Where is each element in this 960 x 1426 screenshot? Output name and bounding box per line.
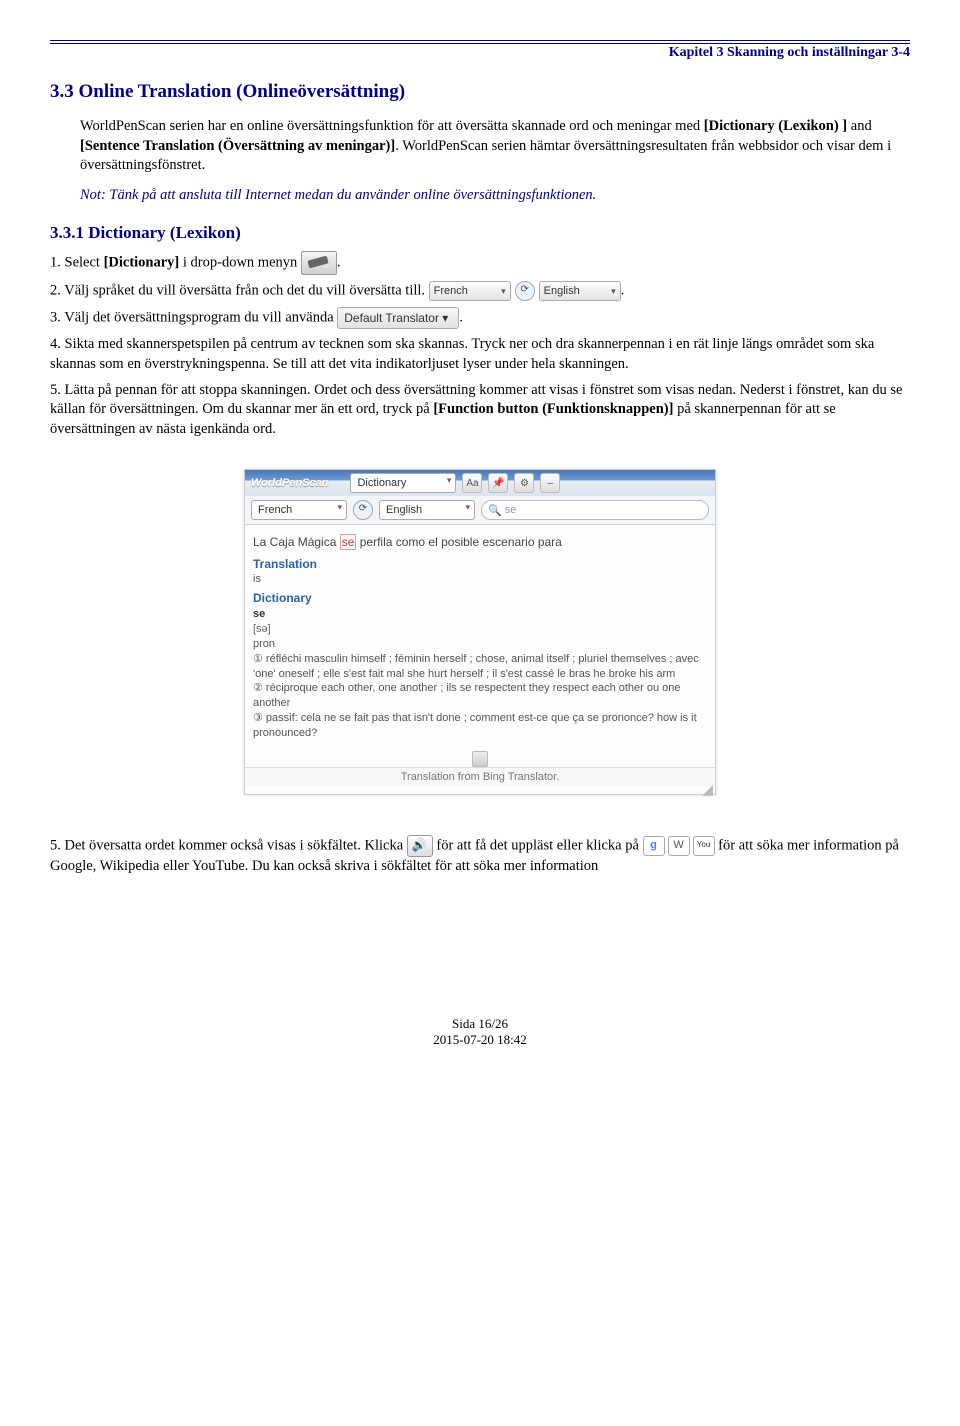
step-1: 1. Select [Dictionary] i drop-down menyn… [50, 251, 910, 275]
page-footer: Sida 16/26 2015-07-20 18:42 [50, 1016, 910, 1048]
after-screenshot-text: 5. Det översatta ordet kommer också visa… [50, 835, 910, 877]
page-number: Sida 16/26 [50, 1016, 910, 1032]
wikipedia-icon[interactable]: W [668, 836, 690, 856]
dictionary-label: Dictionary [253, 591, 707, 605]
page-header: Kapitel 3 Skanning och inställningar 3-4 [50, 40, 910, 61]
pin-button[interactable]: 📌 [488, 473, 508, 493]
subsection-title: 3.3.1 Dictionary (Lexikon) [50, 223, 910, 243]
app-toolbar: WorldPenScan Dictionary Aa 📌 ⚙ – [245, 470, 715, 496]
minimize-button[interactable]: – [540, 473, 560, 493]
app-language-bar: French ⟳ English 🔍 se [245, 496, 715, 525]
drag-handle-icon[interactable] [472, 751, 488, 767]
lang-from-dropdown[interactable]: French [429, 281, 511, 301]
step-2: 2. Välj språket du vill översätta från o… [50, 281, 910, 301]
mode-dropdown[interactable]: Dictionary [350, 473, 456, 493]
section-title: 3.3 Online Translation (Onlineöversättni… [50, 81, 910, 103]
intro-paragraph: WorldPenScan serien har en online översä… [80, 117, 905, 176]
search-icon: 🔍 [488, 504, 502, 517]
scanned-text: La Caja Mágica se perfila como el posibl… [253, 535, 707, 549]
settings-button[interactable]: ⚙ [514, 473, 534, 493]
translation-label: Translation [253, 557, 707, 571]
page-date: 2015-07-20 18:42 [50, 1032, 910, 1048]
chapter-label: Kapitel 3 Skanning och inställningar 3-4 [669, 45, 910, 60]
app-lang-to[interactable]: English [379, 500, 475, 520]
resize-handle-icon[interactable]: ◢ [245, 786, 715, 794]
translator-dropdown[interactable]: Default Translator ▾ [337, 307, 459, 329]
search-input[interactable]: 🔍 se [481, 500, 709, 520]
google-icon[interactable]: g [643, 836, 665, 856]
step-4: 4. Sikta med skannerspetspilen på centru… [50, 335, 910, 374]
app-brand: WorldPenScan [251, 477, 328, 489]
language-selector: French ⟳ English [429, 281, 621, 301]
lang-to-dropdown[interactable]: English [539, 281, 621, 301]
search-provider-icons: g W You [643, 836, 715, 856]
translation-value: is [253, 573, 707, 585]
note-text: Not: Tänk på att ansluta till Internet m… [80, 186, 910, 206]
speaker-icon[interactable] [407, 835, 433, 857]
app-swap-icon[interactable]: ⟳ [353, 500, 373, 520]
app-lang-from[interactable]: French [251, 500, 347, 520]
pen-dropdown-icon [301, 251, 337, 275]
font-size-button[interactable]: Aa [462, 473, 482, 493]
app-window: WorldPenScan Dictionary Aa 📌 ⚙ – French … [244, 469, 716, 795]
translation-source: Translation from Bing Translator. [245, 767, 715, 786]
dictionary-entry: se [sə] pron ① réfléchi masculin himself… [253, 607, 707, 741]
step-5: 5. Lätta på pennan för att stoppa skanni… [50, 381, 910, 440]
highlighted-word: se [340, 534, 357, 550]
swap-languages-icon[interactable]: ⟳ [515, 281, 535, 301]
step-3: 3. Välj det översättningsprogram du vill… [50, 307, 910, 329]
youtube-icon[interactable]: You [693, 836, 715, 856]
